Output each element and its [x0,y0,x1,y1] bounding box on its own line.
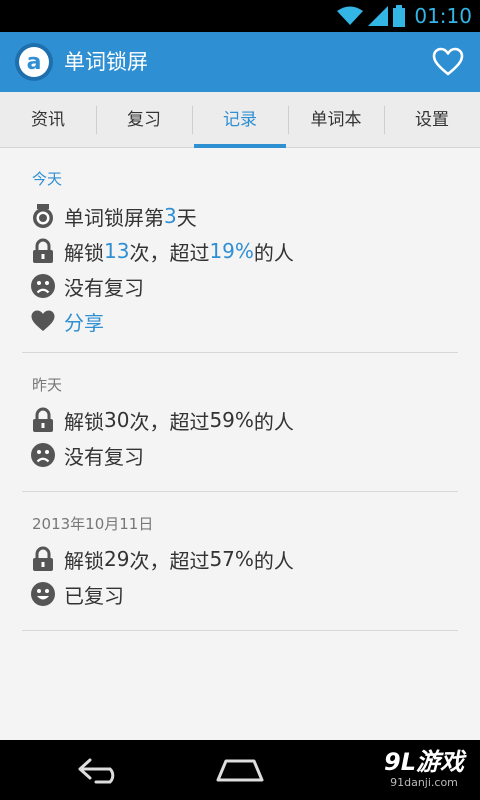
unlock-prefix: 解锁 [64,240,104,265]
review-status: 没有复习 [64,275,144,300]
action-bar: a 单词锁屏 [0,32,480,92]
status-bar: 01:10 [0,0,480,32]
review-row: 已复习 [30,578,124,610]
back-icon[interactable] [76,756,124,784]
unlock-percent: 57% [209,547,254,571]
heart-outline-icon[interactable] [432,46,464,78]
date-label-2013-10-11: 2013年10月11日 [32,515,154,533]
divider [22,491,458,492]
watermark-sub: 91danji.com [390,776,458,789]
lock-icon [33,546,53,571]
app-logo-icon[interactable]: a [14,42,54,82]
heart-icon [31,310,55,331]
streak-suffix: 天 [176,205,197,230]
active-tab-indicator [194,144,286,148]
tab-news[interactable]: 资讯 [0,92,96,148]
unlock-mid: 次，超过 [129,409,210,434]
share-button[interactable]: 分享 [30,305,104,337]
lock-icon [33,407,53,432]
streak-prefix: 单词锁屏第 [64,205,164,230]
tab-review[interactable]: 复习 [96,92,192,148]
signal-icon [368,6,389,26]
unlock-count: 30 [104,408,130,432]
battery-icon [393,5,406,27]
divider [22,352,458,353]
logo-letter: a [27,50,42,75]
tab-settings[interactable]: 设置 [384,92,480,148]
unlock-suffix: 的人 [253,240,294,265]
watermark-logo: 9L游戏 91danji.com [384,748,464,790]
tab-records[interactable]: 记录 [192,92,288,148]
unlock-prefix: 解锁 [64,409,104,434]
review-row: 没有复习 [30,439,144,471]
app-title: 单词锁屏 [64,50,148,74]
unlock-percent: 59% [209,408,254,432]
unlock-row: 解锁 30 次，超过 59% 的人 [30,404,294,436]
medal-icon [33,204,53,228]
unlock-row: 解锁 13 次，超过 19% 的人 [30,235,294,267]
clock: 01:10 [414,4,472,28]
unlock-count: 13 [104,239,130,263]
streak-days: 3 [164,204,177,228]
navigation-bar: 9L游戏 91danji.com [0,740,480,800]
review-status: 没有复习 [64,444,144,469]
review-status: 已复习 [64,583,124,608]
unlock-count: 29 [104,547,130,571]
review-row: 没有复习 [30,270,144,302]
unlock-suffix: 的人 [253,548,294,573]
unlock-suffix: 的人 [253,409,294,434]
share-label: 分享 [64,310,104,335]
streak-row: 单词锁屏第 3 天 [30,200,197,232]
tab-bar: 资讯 复习 记录 单词本 设置 [0,92,480,148]
happy-face-icon [31,582,55,606]
sad-face-icon [31,274,55,298]
date-label-today: 今天 [32,170,63,188]
unlock-prefix: 解锁 [64,548,104,573]
unlock-mid: 次，超过 [129,548,210,573]
date-label-yesterday: 昨天 [32,376,63,394]
watermark-main: 9L游戏 [384,748,464,776]
wifi-icon [337,6,364,25]
unlock-mid: 次，超过 [129,240,210,265]
home-icon[interactable] [214,758,266,782]
unlock-row: 解锁 29 次，超过 57% 的人 [30,543,294,575]
divider [22,630,458,631]
tab-wordbook[interactable]: 单词本 [288,92,384,148]
lock-icon [33,238,53,263]
unlock-percent: 19% [209,239,254,263]
sad-face-icon [31,443,55,467]
